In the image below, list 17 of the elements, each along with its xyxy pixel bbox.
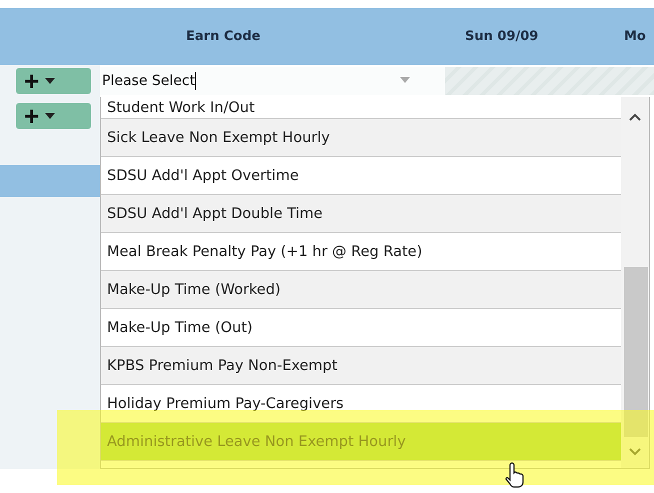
scroll-up-icon[interactable]	[629, 113, 641, 121]
dropdown-option[interactable]: KPBS Premium Pay Non-Exempt	[101, 347, 621, 385]
dropdown-option[interactable]: Make-Up Time (Worked)	[101, 271, 621, 309]
scroll-down-icon[interactable]	[629, 448, 641, 456]
scrollbar[interactable]	[621, 97, 649, 468]
caret-icon	[45, 113, 56, 119]
caret-icon	[45, 78, 56, 84]
select-field[interactable]: Please Select	[100, 67, 445, 95]
column-header: Mo	[624, 29, 646, 44]
dropdown-option[interactable]: Sick Leave Non Exempt Hourly	[101, 119, 621, 157]
column-header: Sun 09/09	[465, 29, 538, 44]
add-menu-button[interactable]: +	[16, 68, 91, 94]
add-menu-button[interactable]: +	[16, 103, 91, 129]
scrollbar-thumb[interactable]	[624, 267, 648, 437]
column-header: Earn Code	[186, 29, 260, 44]
caret-icon	[400, 77, 410, 83]
dropdown-option[interactable]: SDSU Add'l Appt Double Time	[101, 195, 621, 233]
